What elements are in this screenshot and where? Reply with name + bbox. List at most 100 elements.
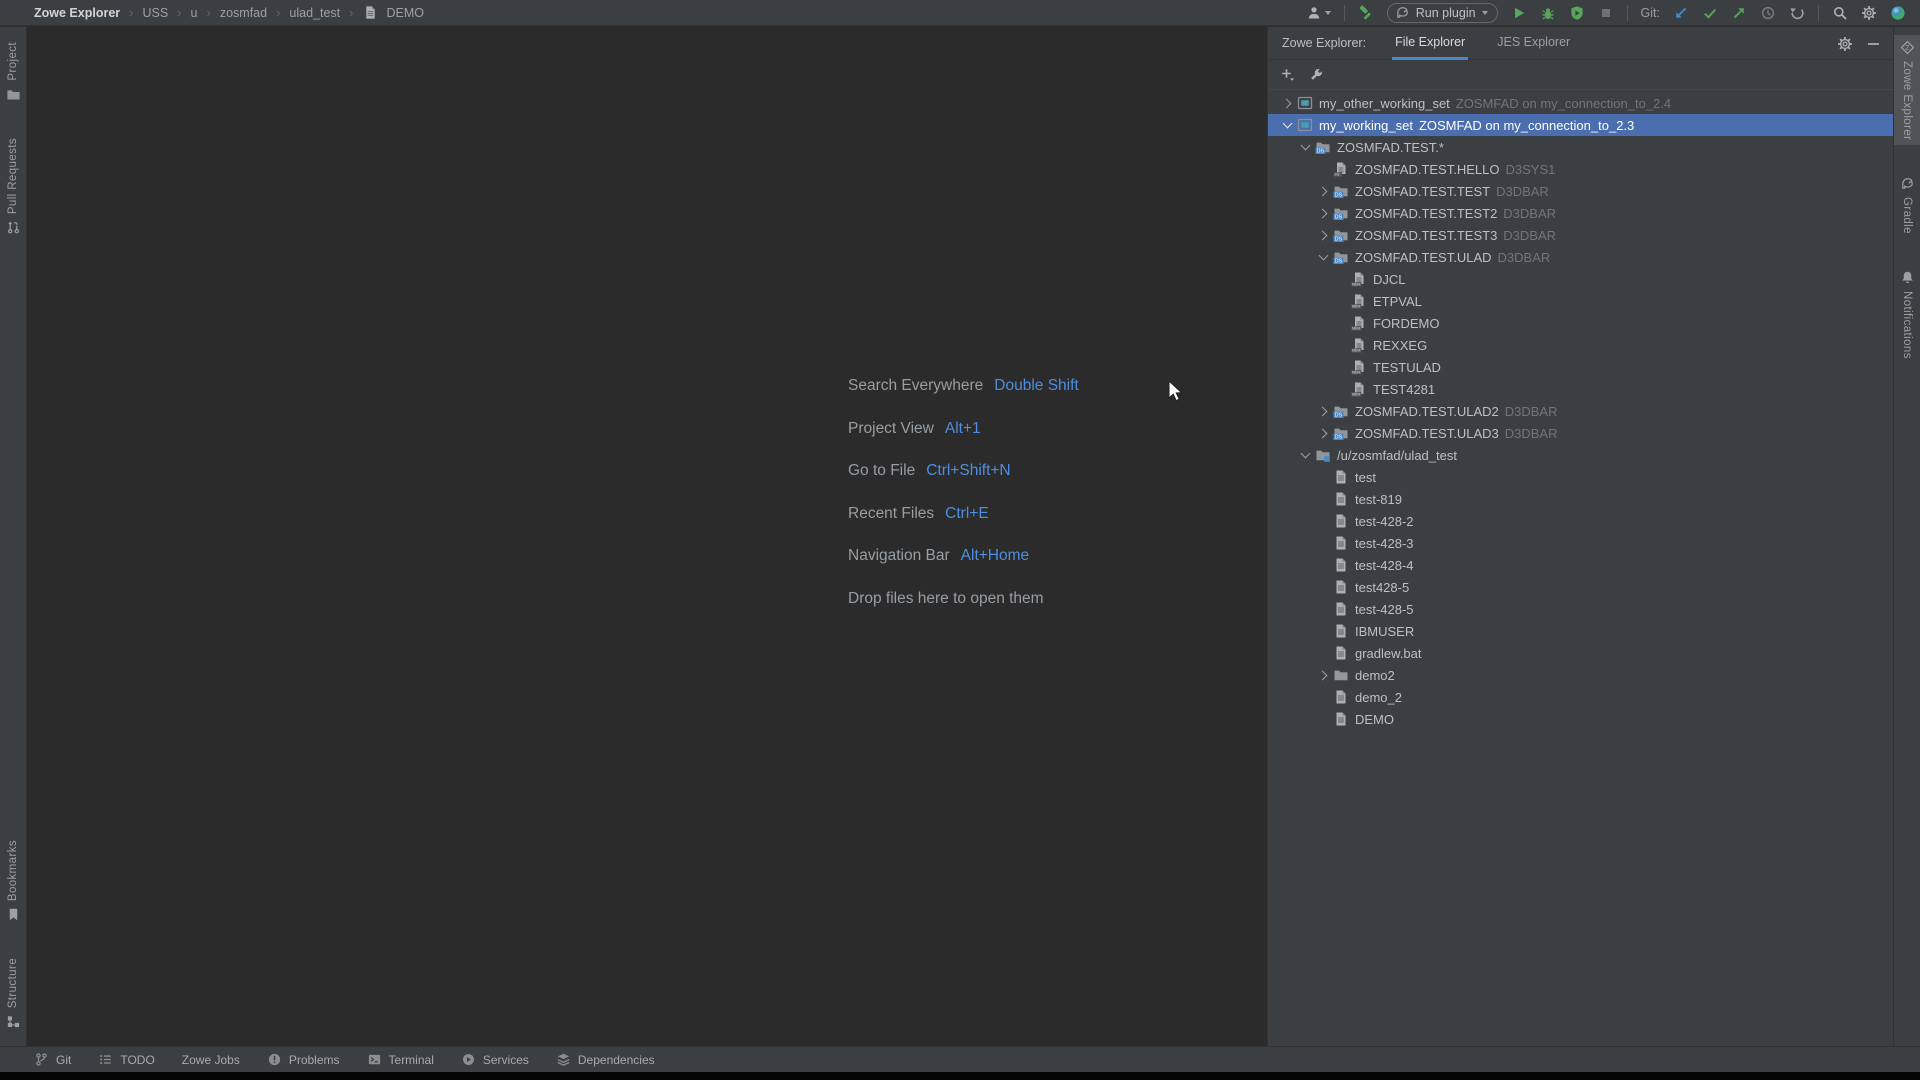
shortcut-keys: Ctrl+Shift+N [926,462,1010,480]
tree-row[interactable]: MEMETPVAL [1268,290,1893,312]
user-profile-button[interactable] [1306,5,1331,21]
tool-window-button-pull-requests[interactable]: Pull Requests [0,133,26,240]
tool-window-button-gradle[interactable]: Gradle [1894,171,1920,239]
statusbar-item-label: Dependencies [578,1053,655,1067]
tree-row[interactable]: /u/zosmfad/ulad_test [1268,444,1893,466]
tree-node-label: ZOSMFAD.TEST.TEST2 [1355,206,1497,221]
tree-row[interactable]: PSZOSMFAD.TEST.HELLOD3SYS1 [1268,158,1893,180]
tree-row[interactable]: MEMREXXEG [1268,334,1893,356]
collapse-chevron-icon[interactable] [1296,444,1315,466]
statusbar-item-terminal[interactable]: Terminal [367,1052,434,1067]
tree-row[interactable]: DEMO [1268,708,1893,730]
expand-chevron-icon[interactable] [1314,664,1333,686]
tool-window-button-structure[interactable]: Structure [0,953,26,1034]
breadcrumb-item[interactable]: u [191,6,198,20]
tree-row[interactable]: DSZOSMFAD.TEST.ULAD3D3DBAR [1268,422,1893,444]
tree-row[interactable]: my_working_setZOSMFAD on my_connection_t… [1268,114,1893,136]
statusbar-item-zowe-jobs[interactable]: Zowe Jobs [182,1053,240,1067]
tree-row[interactable]: test-428-4 [1268,554,1893,576]
search-everywhere-button[interactable] [1832,5,1848,21]
breadcrumb-item[interactable]: DEMO [387,6,425,20]
breadcrumb-item[interactable]: ulad_test [289,6,340,20]
ide-status-button[interactable] [1890,5,1906,21]
tool-window-button-notifications[interactable]: Notifications [1894,265,1920,364]
breadcrumb-item[interactable]: USS [142,6,168,20]
tree-row[interactable]: gradlew.bat [1268,642,1893,664]
expand-chevron-icon[interactable] [1278,92,1297,114]
commit-button[interactable] [1702,5,1718,21]
debug-button[interactable] [1540,5,1556,21]
breadcrumb-item[interactable]: Zowe Explorer [34,6,120,20]
settings-button[interactable] [1861,5,1877,21]
tree-node-label: test428-5 [1355,580,1409,595]
tree-row[interactable]: my_other_working_setZOSMFAD on my_connec… [1268,92,1893,114]
run-button[interactable] [1511,5,1527,21]
tree-row[interactable]: demo_2 [1268,686,1893,708]
statusbar-item-label: Zowe Jobs [182,1053,240,1067]
build-project-button[interactable] [1358,5,1374,21]
tree-row[interactable]: DSZOSMFAD.TEST.ULAD2D3DBAR [1268,400,1893,422]
member-icon: MEM [1351,359,1367,375]
collapse-chevron-icon[interactable] [1278,114,1297,136]
tree-row[interactable]: test-428-3 [1268,532,1893,554]
tree-row[interactable]: demo2 [1268,664,1893,686]
drop-files-hint-text: Drop files here to open them [848,590,1044,608]
hide-panel-button[interactable] [1868,43,1879,45]
tree-row[interactable]: MEMTESTULAD [1268,356,1893,378]
tab-file-explorer[interactable]: File Explorer [1392,27,1468,60]
rollback-button[interactable] [1789,5,1805,21]
stop-button[interactable] [1598,5,1614,21]
add-button[interactable] [1280,67,1296,83]
run-configuration-select[interactable]: Run plugin [1387,3,1498,23]
tree-row[interactable]: DSZOSMFAD.TEST.* [1268,136,1893,158]
run-actions-group [1511,5,1614,21]
tree-row[interactable]: test-428-5 [1268,598,1893,620]
tree-row[interactable]: test-428-2 [1268,510,1893,532]
tree-row[interactable]: MEMDJCL [1268,268,1893,290]
tool-window-button-project[interactable]: Project [0,37,26,107]
run-configuration-label: Run plugin [1416,6,1476,20]
tree-row[interactable]: test [1268,466,1893,488]
svg-text:DS: DS [1335,259,1343,265]
dataset-icon: DS [1333,227,1349,243]
tree-row[interactable]: DSZOSMFAD.TEST.ULADD3DBAR [1268,246,1893,268]
run-with-coverage-button[interactable] [1569,5,1585,21]
collapse-chevron-icon[interactable] [1296,136,1315,158]
shortcut-action-label: Recent Files [848,505,934,523]
tools-button[interactable] [1308,67,1324,83]
history-button[interactable] [1760,5,1776,21]
tab-jes-explorer[interactable]: JES Explorer [1494,27,1573,60]
tree-row[interactable]: MEMFORDEMO [1268,312,1893,334]
tree-row[interactable]: DSZOSMFAD.TEST.TEST3D3DBAR [1268,224,1893,246]
expand-chevron-icon[interactable] [1314,400,1333,422]
dataset-icon: DS [1333,205,1349,221]
tree-row[interactable]: DSZOSMFAD.TEST.TESTD3DBAR [1268,180,1893,202]
tree-row[interactable]: IBMUSER [1268,620,1893,642]
update-project-button[interactable] [1673,5,1689,21]
tree-node-label: demo_2 [1355,690,1402,705]
statusbar-item-services[interactable]: Services [461,1052,529,1067]
collapse-chevron-icon[interactable] [1314,246,1333,268]
tree-node-label: ZOSMFAD.TEST.ULAD3 [1355,426,1499,441]
statusbar-item-git[interactable]: Git [34,1052,71,1067]
breadcrumb-item[interactable]: zosmfad [220,6,267,20]
expand-chevron-icon[interactable] [1314,202,1333,224]
tree-row[interactable]: MEMTEST4281 [1268,378,1893,400]
panel-settings-button[interactable] [1837,36,1853,52]
breadcrumb-separator: › [349,5,353,20]
statusbar-item-dependencies[interactable]: Dependencies [556,1052,655,1067]
statusbar-item-problems[interactable]: Problems [267,1052,340,1067]
expand-chevron-icon[interactable] [1314,224,1333,246]
expand-chevron-icon[interactable] [1314,422,1333,444]
tool-window-button-bookmarks[interactable]: Bookmarks [0,835,26,927]
push-button[interactable] [1731,5,1747,21]
statusbar-item-todo[interactable]: TODO [98,1052,154,1067]
tree-row[interactable]: DSZOSMFAD.TEST.TEST2D3DBAR [1268,202,1893,224]
tree-row[interactable]: test428-5 [1268,576,1893,598]
terminal-icon [367,1052,382,1067]
wrench-icon [1308,67,1324,83]
bottom-strip [0,1072,1920,1080]
tool-window-button-zowe-explorer[interactable]: ZZowe Explorer [1894,35,1920,145]
expand-chevron-icon[interactable] [1314,180,1333,202]
tree-row[interactable]: test-819 [1268,488,1893,510]
